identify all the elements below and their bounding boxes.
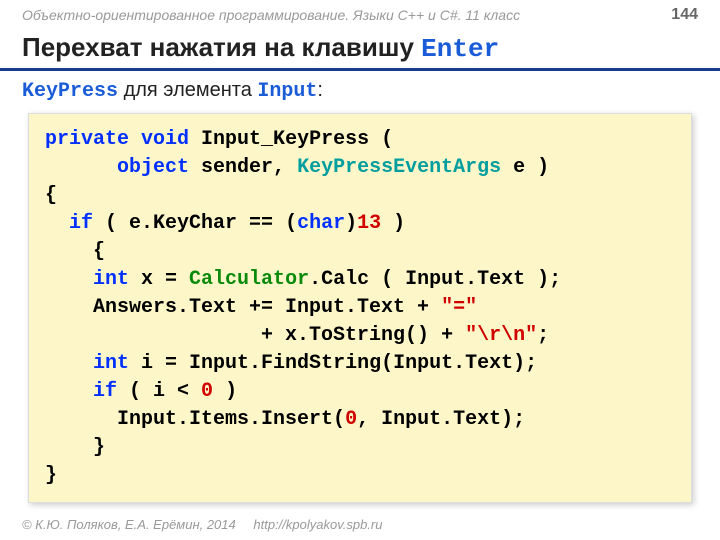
- footer: © К.Ю. Поляков, Е.А. Ерёмин, 2014 http:/…: [22, 517, 382, 532]
- code-block: private void Input_KeyPress ( object sen…: [28, 113, 692, 503]
- footer-url: http://kpolyakov.spb.ru: [253, 517, 382, 532]
- subtitle: KeyPress для элемента Input:: [0, 71, 720, 107]
- slide-header: Объектно-ориентированное программировани…: [0, 0, 720, 26]
- subtitle-keypress: KeyPress: [22, 80, 118, 103]
- subtitle-colon: :: [317, 79, 323, 101]
- subtitle-input: Input: [257, 80, 317, 103]
- slide-title: Перехват нажатия на клавишу Enter: [0, 26, 720, 71]
- subtitle-mid: для элемента: [118, 79, 257, 101]
- copyright: © К.Ю. Поляков, Е.А. Ерёмин, 2014: [22, 517, 236, 532]
- title-enter: Enter: [421, 34, 499, 64]
- page-number: 144: [671, 6, 698, 24]
- course-name: Объектно-ориентированное программировани…: [22, 7, 520, 23]
- title-text: Перехват нажатия на клавишу: [22, 32, 421, 62]
